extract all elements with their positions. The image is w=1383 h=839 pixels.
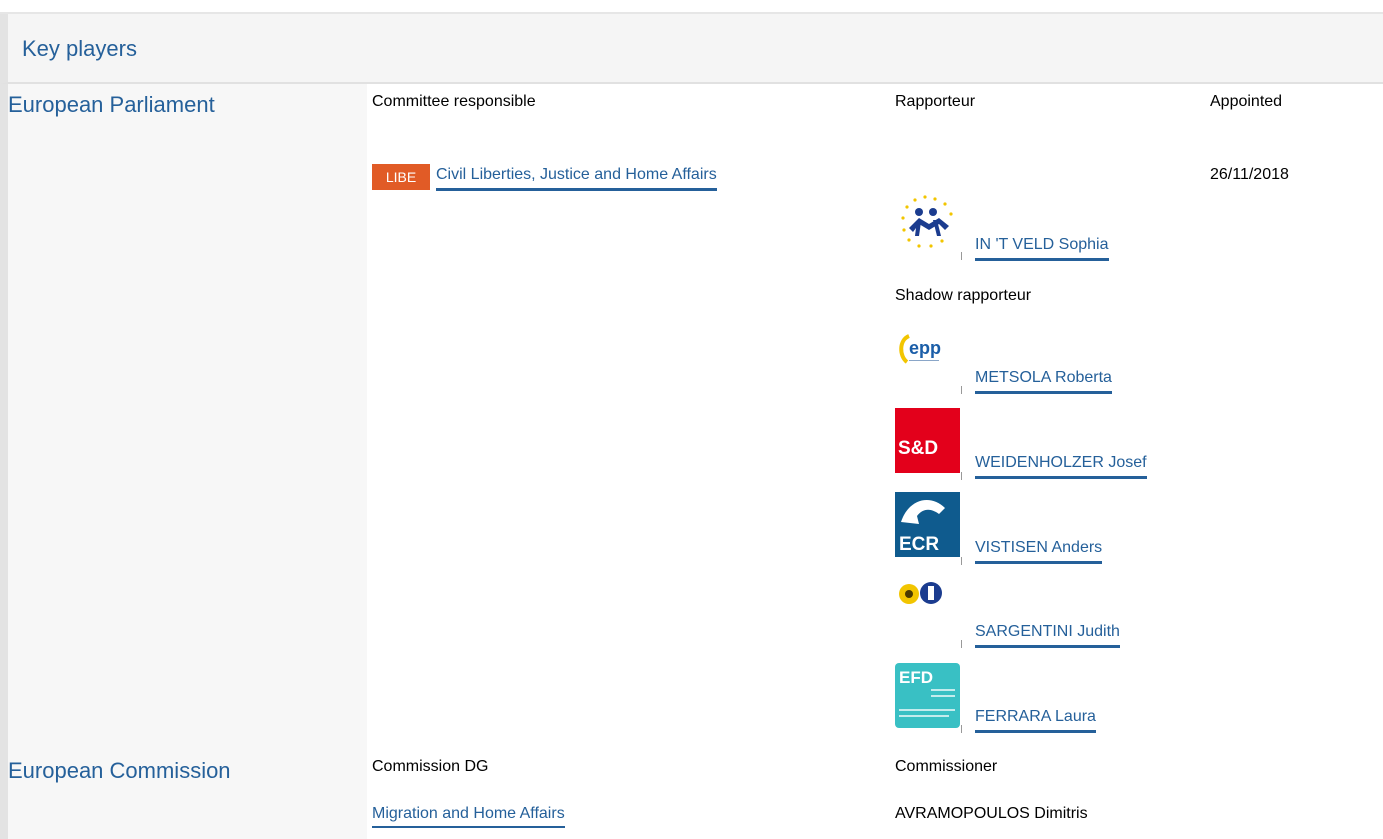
- commission-dg-label: Commission DG: [372, 758, 489, 775]
- key-players-panel: Key players European Parliament Committe…: [0, 0, 1383, 839]
- logo-divider: [961, 386, 962, 394]
- shadow-rapporteur-link-ferrara[interactable]: FERRARA Laura: [975, 708, 1096, 733]
- epp-logo-text: epp: [909, 338, 941, 358]
- ecr-logo-text: ECR: [899, 534, 939, 555]
- shadow-rapporteur-link-weidenholzer[interactable]: WEIDENHOLZER Josef: [975, 454, 1147, 479]
- efdd-logo-icon: EFD: [895, 663, 960, 728]
- sd-logo-text: S&D: [898, 438, 938, 459]
- epp-logo-icon: epp: [895, 322, 960, 387]
- appointed-label: Appointed: [1210, 93, 1283, 110]
- commission-dg-link[interactable]: Migration and Home Affairs: [372, 805, 565, 828]
- logo-divider: [961, 725, 962, 733]
- shadow-rapporteur-label: Shadow rapporteur: [895, 287, 1032, 304]
- top-strip: [0, 0, 1383, 14]
- committee-responsible-label: Committee responsible: [372, 93, 536, 110]
- logo-divider: [961, 640, 962, 648]
- efd-logo-text: EFD: [899, 668, 933, 687]
- commissioner-label: Commissioner: [895, 758, 998, 775]
- shadow-rapporteur-link-vistisen[interactable]: VISTISEN Anders: [975, 539, 1103, 564]
- committee-code-badge: LIBE: [372, 164, 430, 190]
- commissioner-name: AVRAMOPOULOS Dimitris: [895, 805, 1088, 822]
- shadow-rapporteur-link-metsola[interactable]: METSOLA Roberta: [975, 369, 1112, 394]
- logo-divider: [961, 557, 962, 565]
- committee-link[interactable]: Civil Liberties, Justice and Home Affair…: [436, 166, 717, 191]
- org-european-parliament: European Parliament: [8, 92, 215, 117]
- section-title: Key players: [22, 36, 137, 61]
- appointed-date: 26/11/2018: [1210, 166, 1289, 183]
- alde-logo-icon: [895, 190, 960, 255]
- section-header: Key players: [0, 14, 1383, 84]
- rapporteur-link[interactable]: IN 'T VELD Sophia: [975, 236, 1109, 261]
- logo-divider: [961, 472, 962, 480]
- ecr-logo-icon: ECR: [895, 492, 960, 557]
- rapporteur-label: Rapporteur: [895, 93, 976, 110]
- sd-logo-icon: S&D: [895, 408, 960, 473]
- organization-column: [0, 84, 367, 839]
- shadow-rapporteur-link-sargentini[interactable]: SARGENTINI Judith: [975, 623, 1120, 648]
- org-european-commission: European Commission: [8, 758, 231, 783]
- logo-divider: [961, 252, 962, 260]
- greens-efa-logo-icon: [895, 578, 960, 643]
